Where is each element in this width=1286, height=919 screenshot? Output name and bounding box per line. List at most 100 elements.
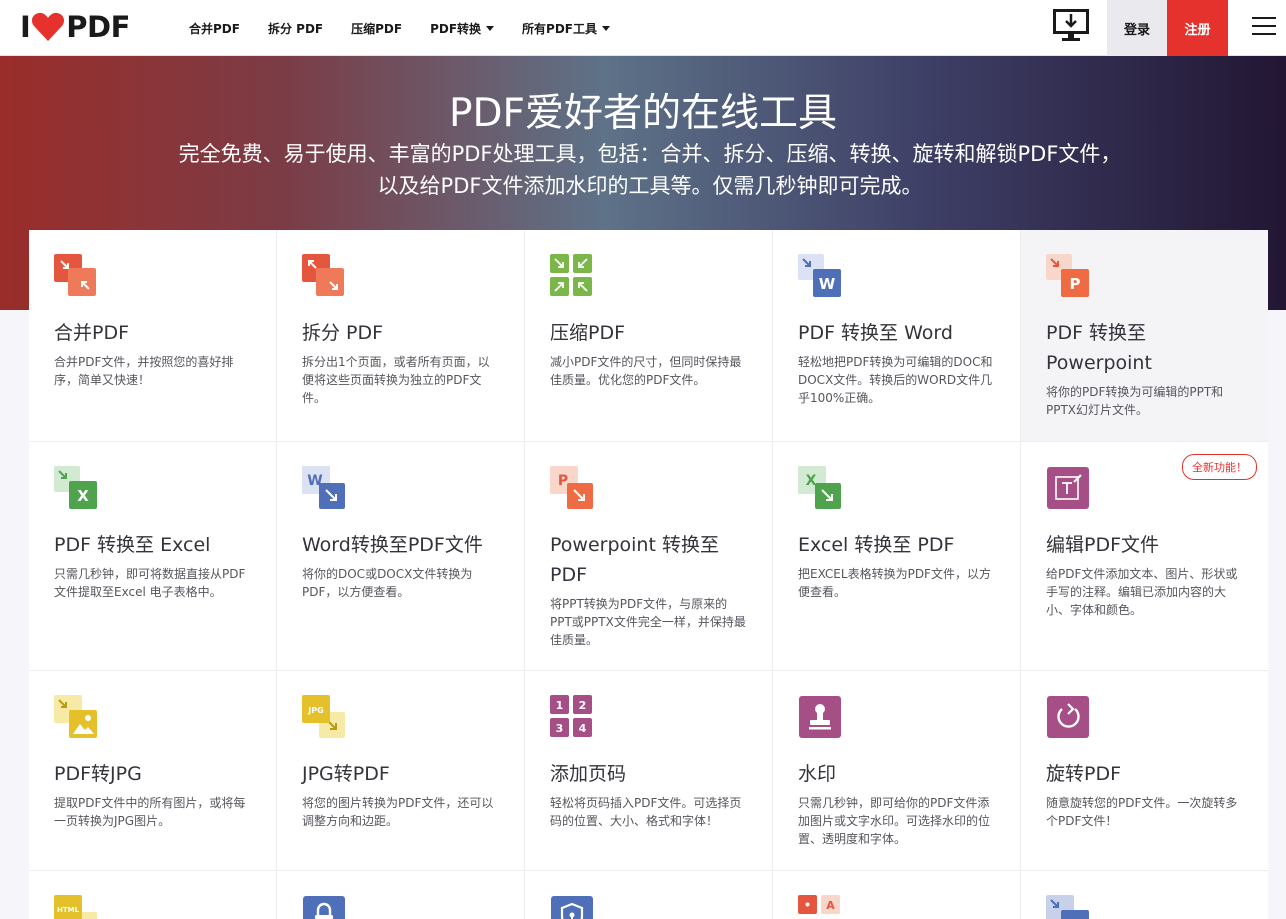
nav-label: 合并PDF [189,21,240,36]
tool-card-edit-pdf[interactable]: 全新功能！ 编辑PDF文件 给PDF文件添加文本、图片、形状或手写的注释。编辑已… [1021,442,1268,670]
tool-description: 提取PDF文件中的所有图片，或将每一页转换为JPG图片。 [54,796,246,828]
organize-icon: A [798,895,840,914]
jpg-to-pdf-icon: JPG [302,695,345,738]
main-nav: 合并PDF 拆分 PDF 压缩PDF PDF转换 所有PDF工具 [189,0,638,56]
powerpoint-to-pdf-icon: P [550,466,593,509]
split-icon [302,254,344,296]
tool-card-html-to-pdf[interactable]: HTML [29,871,276,919]
tool-card-merge-pdf[interactable]: 合并PDF 合并PDF文件，并按照您的喜好排序，简单又快速！ [29,230,276,441]
tool-title: Excel 转换至 PDF [798,534,955,556]
svg-text:X: X [806,473,817,489]
svg-text:P: P [1070,275,1081,293]
svg-text:4: 4 [579,722,587,735]
pdf-to-word-icon: W [798,254,841,297]
heart-icon [32,12,65,41]
nav-label: 拆分 PDF [267,21,324,36]
tool-title: 旋转PDF [1046,763,1122,785]
watermark-icon [799,696,841,738]
desktop-download-icon[interactable] [1053,9,1089,43]
tool-title: 拆分 PDF [302,322,384,344]
tool-description: 将PPT转换为PDF文件，与原来的PPT或PPTX文件完全一样，并保持最佳质量。 [550,597,746,647]
tool-title: Powerpoint 转换至 PDF [550,534,719,586]
tool-title: Word转换至PDF文件 [302,534,483,556]
pdf-to-excel-icon: X [54,466,97,509]
svg-text:A: A [826,899,835,912]
tool-card-unlock-pdf[interactable] [277,871,524,919]
svg-text:P: P [558,473,568,489]
pdf-to-powerpoint-icon: P [1046,254,1089,297]
word-to-pdf-icon: W [302,466,345,509]
rotate-icon [1047,696,1089,738]
ilovepdf-logo[interactable]: I PDF [20,10,130,44]
svg-text:1: 1 [556,699,564,712]
excel-to-pdf-icon: X [798,466,841,509]
tool-card-pdf-to-jpg[interactable]: PDF转JPG 提取PDF文件中的所有图片，或将每一页转换为JPG图片。 [29,671,276,870]
tool-title: 合并PDF [54,322,130,344]
tool-card-page-numbers[interactable]: 1 2 3 4 添加页码 轻松将页码插入PDF文件。可选择页码的位置、大小、格式… [525,671,772,870]
login-button[interactable]: 登录 [1107,0,1167,56]
tool-description: 合并PDF文件，并按照您的喜好排序，简单又快速！ [54,355,234,387]
tool-card-rotate-pdf[interactable]: 旋转PDF 随意旋转您的PDF文件。一次旋转多个PDF文件！ [1021,671,1268,870]
svg-text:2: 2 [579,699,587,712]
nav-all-tools-dropdown[interactable]: 所有PDF工具 [522,20,611,37]
tool-card-pdf-to-powerpoint[interactable]: P PDF 转换至 Powerpoint 将你的PDF转换为可编辑的PPT和PP… [1021,230,1268,441]
tool-description: 将您的图片转换为PDF文件，还可以调整方向和边距。 [302,796,494,828]
svg-text:HTML: HTML [57,906,80,914]
signup-button[interactable]: 注册 [1167,0,1228,56]
tool-description: 只需几秒钟，即可将数据直接从PDF文件提取至Excel 电子表格中。 [54,567,246,599]
svg-text:JPG: JPG [307,706,323,715]
pdf-to-jpg-icon [54,695,97,738]
tool-description: 轻松地把PDF转换为可编辑的DOC和DOCX文件。转换后的WORD文件几乎100… [798,355,993,405]
tool-description: 将你的PDF转换为可编辑的PPT和PPTX幻灯片文件。 [1046,385,1224,417]
tool-card-watermark[interactable]: 水印 只需几秒钟，即可给你的PDF文件添加图片或文字水印。可选择水印的位置、透明… [773,671,1020,870]
tool-card-compress-pdf[interactable]: 压缩PDF 减小PDF文件的尺寸，但同时保持最佳质量。优化您的PDF文件。 [525,230,772,441]
html-to-pdf-icon: HTML [54,895,97,919]
pdfa-icon [1046,895,1089,919]
logo-pdf: PDF [66,10,130,44]
hero-subtitle: 完全免费、易于使用、丰富的PDF处理工具，包括：合并、拆分、压缩、转换、旋转和解… [178,142,1122,198]
tool-card-pdf-to-excel[interactable]: X PDF 转换至 Excel 只需几秒钟，即可将数据直接从PDF文件提取至Ex… [29,442,276,670]
tool-description: 只需几秒钟，即可给你的PDF文件添加图片或文字水印。可选择水印的位置、透明度和字… [798,796,991,846]
logo-i: I [20,10,31,44]
tool-title: 压缩PDF [550,322,626,344]
tool-title: 添加页码 [550,763,627,785]
tool-title: PDF 转换至 Word [798,322,953,344]
tool-description: 减小PDF文件的尺寸，但同时保持最佳质量。优化您的PDF文件。 [550,355,742,387]
nav-label: 所有PDF工具 [522,21,598,36]
edit-pdf-icon [1047,467,1089,509]
tool-card-split-pdf[interactable]: 拆分 PDF 拆分出1个页面，或者所有页面，以便将这些页面转换为独立的PDF文件… [277,230,524,441]
nav-label: PDF转换 [430,21,482,36]
nav-merge-pdf[interactable]: 合并PDF [189,20,240,37]
tool-description: 将你的DOC或DOCX文件转换为PDF，以方便查看。 [302,567,473,599]
nav-compress-pdf[interactable]: 压缩PDF [351,20,402,37]
page-numbers-icon: 1 2 3 4 [550,695,592,737]
tool-card-jpg-to-pdf[interactable]: JPG JPG转PDF 将您的图片转换为PDF文件，还可以调整方向和边距。 [277,671,524,870]
tool-title: JPG转PDF [302,763,390,785]
tool-card-organize-pdf[interactable]: A [773,871,1020,919]
svg-text:X: X [77,487,89,505]
tool-description: 给PDF文件添加文本、图片、形状或手写的注释。编辑已添加内容的大小、字体和颜色。 [1046,567,1238,617]
tool-title: PDF 转换至 Powerpoint [1046,322,1152,374]
svg-text:3: 3 [556,722,564,735]
tool-title: 水印 [798,763,837,785]
tool-card-protect-pdf[interactable] [525,871,772,919]
compress-icon [550,254,592,296]
tool-card-powerpoint-to-pdf[interactable]: P Powerpoint 转换至 PDF 将PPT转换为PDF文件，与原来的PP… [525,442,772,670]
nav-pdf-convert-dropdown[interactable]: PDF转换 [430,20,495,37]
tool-description: 随意旋转您的PDF文件。一次旋转多个PDF文件！ [1046,796,1238,828]
svg-text:W: W [819,275,836,293]
tool-description: 拆分出1个页面，或者所有页面，以便将这些页面转换为独立的PDF文件。 [302,355,490,405]
caret-down-icon [602,25,611,31]
tool-title: PDF 转换至 Excel [54,534,211,556]
caret-down-icon [486,25,495,31]
tool-description: 轻松将页码插入PDF文件。可选择页码的位置、大小、格式和字体！ [550,796,742,828]
nav-label: 压缩PDF [351,21,403,36]
tool-title: PDF转JPG [54,763,142,785]
shield-icon [551,896,593,919]
tool-card-pdf-to-pdfa[interactable] [1021,871,1268,919]
nav-split-pdf[interactable]: 拆分 PDF [268,20,323,37]
tool-card-excel-to-pdf[interactable]: X Excel 转换至 PDF 把EXCEL表格转换为PDF文件，以方便查看。 [773,442,1020,670]
hamburger-menu-icon[interactable] [1252,17,1276,37]
tool-card-pdf-to-word[interactable]: W PDF 转换至 Word 轻松地把PDF转换为可编辑的DOC和DOCX文件。… [773,230,1020,441]
tool-card-word-to-pdf[interactable]: W Word转换至PDF文件 将你的DOC或DOCX文件转换为PDF，以方便查看… [277,442,524,670]
